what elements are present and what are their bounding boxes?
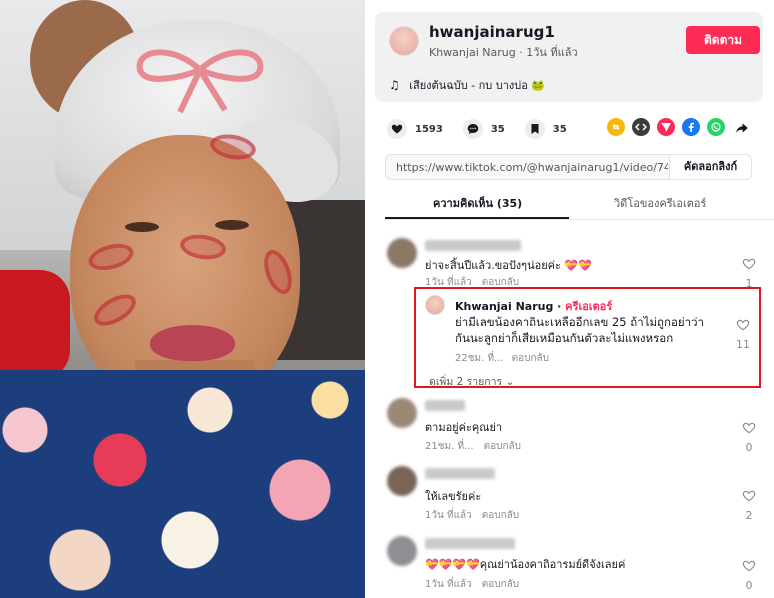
video-frame[interactable] [0, 0, 365, 598]
copy-link-button[interactable]: คัดลอกลิงก์ [669, 155, 751, 179]
comment-text: 💝💝💝💝คุณย่าน้องคาถิอารมย์ดีจังเลยค่ [425, 558, 626, 571]
heart-icon[interactable] [387, 119, 407, 139]
repost-icon[interactable] [607, 118, 625, 136]
avatar[interactable] [387, 466, 417, 496]
video-link-url[interactable]: https://www.tiktok.com/@hwanjainarug1/vi… [396, 161, 668, 174]
comment-like[interactable]: 1 [739, 256, 759, 290]
post-time: 1วัน ที่แล้ว [526, 46, 578, 59]
author-card: hwanjainarug1 Khwanjai Narug · 1วัน ที่แ… [375, 12, 763, 102]
comment-time: 1วัน ที่แล้ว [425, 510, 472, 521]
comment-item: 💝💝💝💝คุณย่าน้องคาถิอารมย์ดีจังเลยค่ 1วัน … [387, 536, 759, 592]
comment-stat[interactable]: 35 [462, 119, 505, 139]
like-count: 1593 [415, 123, 443, 135]
comment-item: ย่าจะสิ้นปีแล้ว.ขอปังๆน่อยค่ะ 💝💝 1วัน ที… [387, 238, 759, 290]
blurred-username [425, 240, 521, 251]
detail-panel: hwanjainarug1 Khwanjai Narug · 1วัน ที่แ… [365, 0, 774, 598]
blurred-username [425, 468, 495, 479]
reply-link[interactable]: ตอบกลับ [482, 510, 519, 521]
music-title[interactable]: เสียงต้นฉบับ - กบ บางบ่อ 🐸 [409, 79, 545, 92]
mouth [150, 325, 235, 361]
like-count: 2 [745, 509, 753, 522]
share-arrow-icon[interactable] [732, 118, 750, 136]
engagement-stats: 1593 35 35 [387, 118, 587, 140]
reply-link[interactable]: ตอบกลับ [482, 579, 519, 590]
author-avatar[interactable] [389, 26, 419, 56]
avatar[interactable] [387, 238, 417, 268]
comment-like[interactable]: 0 [739, 420, 759, 454]
author-subline: Khwanjai Narug · 1วัน ที่แล้ว [429, 43, 578, 61]
red-pillow [0, 270, 70, 380]
save-stat[interactable]: 35 [524, 119, 567, 139]
comment-time: 21ชม. ที่... [425, 441, 474, 452]
avatar[interactable] [387, 536, 417, 566]
left-eye [125, 222, 159, 232]
music-row[interactable]: ♫ เสียงต้นฉบับ - กบ บางบ่อ 🐸 [389, 76, 545, 94]
embed-icon[interactable] [632, 118, 650, 136]
tabs: ความคิดเห็น (35) วิดีโอของครีเอเตอร์ [385, 186, 774, 220]
heart-outline-icon[interactable] [742, 559, 756, 573]
like-count: 0 [745, 441, 753, 454]
avatar[interactable] [387, 398, 417, 428]
save-count: 35 [552, 123, 567, 135]
right-eye [215, 220, 249, 230]
comment-like[interactable]: 2 [739, 488, 759, 522]
comment-text: ให้เลขรัยค่ะ [425, 490, 482, 503]
floral-shirt [0, 370, 365, 598]
comment-meta: 1วัน ที่แล้ว ตอบกลับ [425, 577, 519, 592]
send-icon[interactable] [657, 118, 675, 136]
comment-count: 35 [490, 123, 505, 135]
follow-button[interactable]: ติดตาม [686, 26, 760, 54]
blurred-username [425, 538, 515, 549]
like-stat[interactable]: 1593 [387, 119, 443, 139]
facebook-icon[interactable] [682, 118, 700, 136]
heart-outline-icon[interactable] [742, 257, 756, 271]
blurred-username [425, 400, 465, 411]
like-count: 0 [745, 579, 753, 592]
whatsapp-icon[interactable] [707, 118, 725, 136]
video-link-box: https://www.tiktok.com/@hwanjainarug1/vi… [385, 154, 752, 180]
author-username[interactable]: hwanjainarug1 [429, 23, 555, 41]
comment-time: 1วัน ที่แล้ว [425, 579, 472, 590]
comment-meta: 21ชม. ที่... ตอบกลับ [425, 439, 521, 454]
bookmark-icon[interactable] [524, 119, 545, 139]
pink-bow-icon [136, 49, 264, 114]
author-display-name[interactable]: Khwanjai Narug [429, 46, 516, 59]
comment-text: ตามอยู่ค่ะคุณย่า [425, 421, 503, 434]
reply-link[interactable]: ตอบกลับ [484, 441, 521, 452]
tab-comments[interactable]: ความคิดเห็น (35) [433, 194, 522, 212]
share-icons [607, 118, 757, 136]
music-note-icon: ♫ [389, 78, 400, 92]
active-tab-indicator [385, 217, 569, 219]
comment-like[interactable]: 0 [739, 558, 759, 592]
comment-text: ย่าจะสิ้นปีแล้ว.ขอปังๆน่อยค่ะ 💝💝 [425, 259, 592, 272]
tab-creator-videos[interactable]: วิดีโอของครีเอเตอร์ [614, 194, 706, 212]
comment-item: ให้เลขรัยค่ะ 1วัน ที่แล้ว ตอบกลับ 2 [387, 466, 759, 522]
heart-outline-icon[interactable] [742, 421, 756, 435]
comment-bubble-icon[interactable] [462, 119, 483, 139]
highlight-box [414, 287, 761, 388]
heart-outline-icon[interactable] [742, 489, 756, 503]
comment-meta: 1วัน ที่แล้ว ตอบกลับ [425, 508, 519, 523]
comment-item: ตามอยู่ค่ะคุณย่า 21ชม. ที่... ตอบกลับ 0 [387, 398, 759, 454]
